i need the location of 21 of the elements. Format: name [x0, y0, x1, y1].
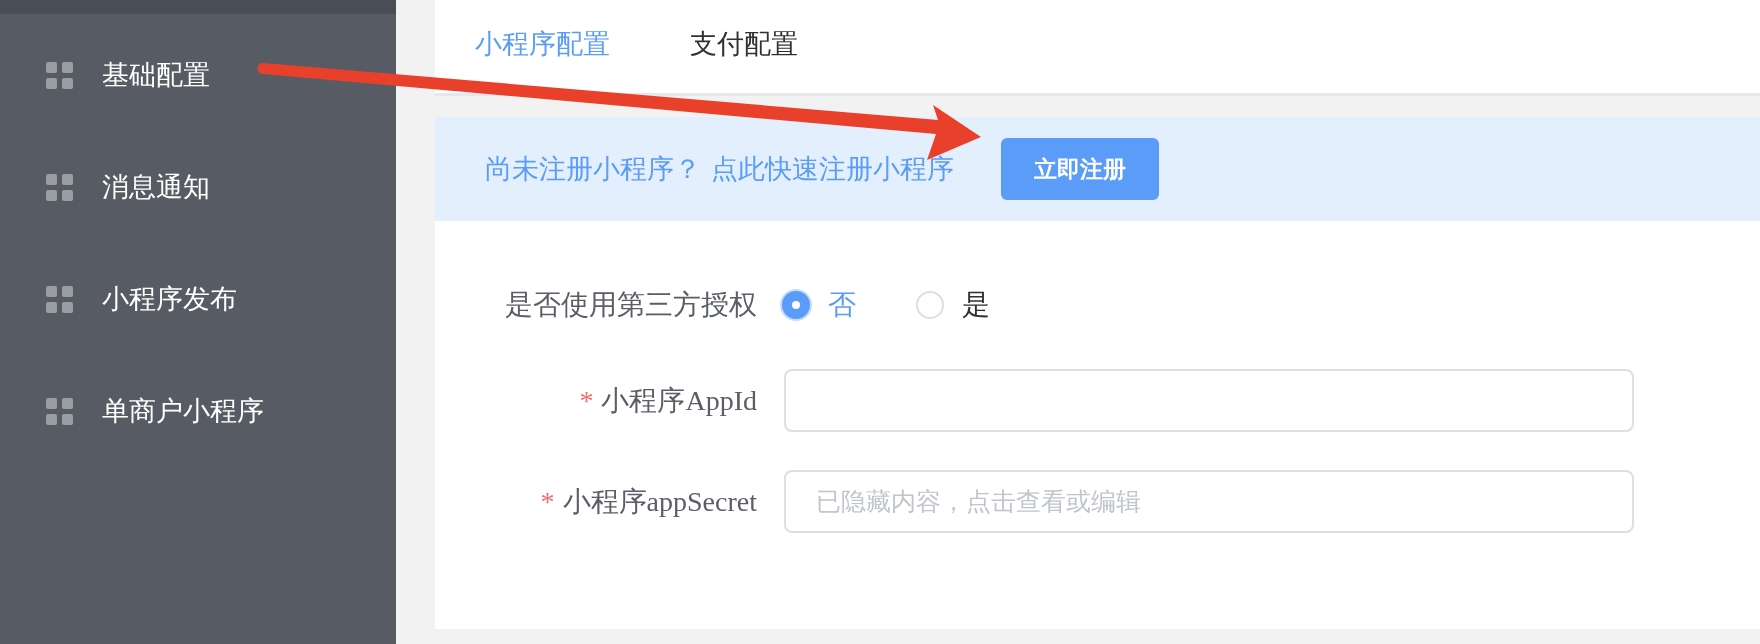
grid-icon [46, 173, 73, 201]
sidebar-item[interactable]: 基础配置 [0, 19, 396, 131]
field-label: 小程序AppId [601, 383, 757, 418]
tab[interactable]: 支付配置 [650, 25, 838, 68]
radio-label: 否 [828, 288, 856, 322]
required-mark: * [540, 485, 555, 518]
field-label: 小程序appSecret [562, 484, 757, 519]
radio-button[interactable] [914, 289, 946, 321]
input-field[interactable]: 已隐藏内容，点击查看或编辑 [784, 470, 1634, 533]
banner-text: 尚未注册小程序？ [485, 153, 701, 186]
required-mark: * [579, 384, 594, 417]
radio-button[interactable] [780, 289, 812, 321]
sidebar-item[interactable]: 消息通知 [0, 131, 396, 243]
grid-icon [46, 61, 73, 89]
grid-icon [46, 397, 73, 425]
field-label: 是否使用第三方授权 [505, 288, 757, 322]
radio-label: 是 [962, 288, 990, 322]
input-field[interactable] [784, 369, 1634, 432]
sidebar-item[interactable]: 单商户小程序 [0, 355, 396, 467]
sidebar-item[interactable]: 小程序发布 [0, 243, 396, 355]
grid-icon [46, 285, 73, 313]
